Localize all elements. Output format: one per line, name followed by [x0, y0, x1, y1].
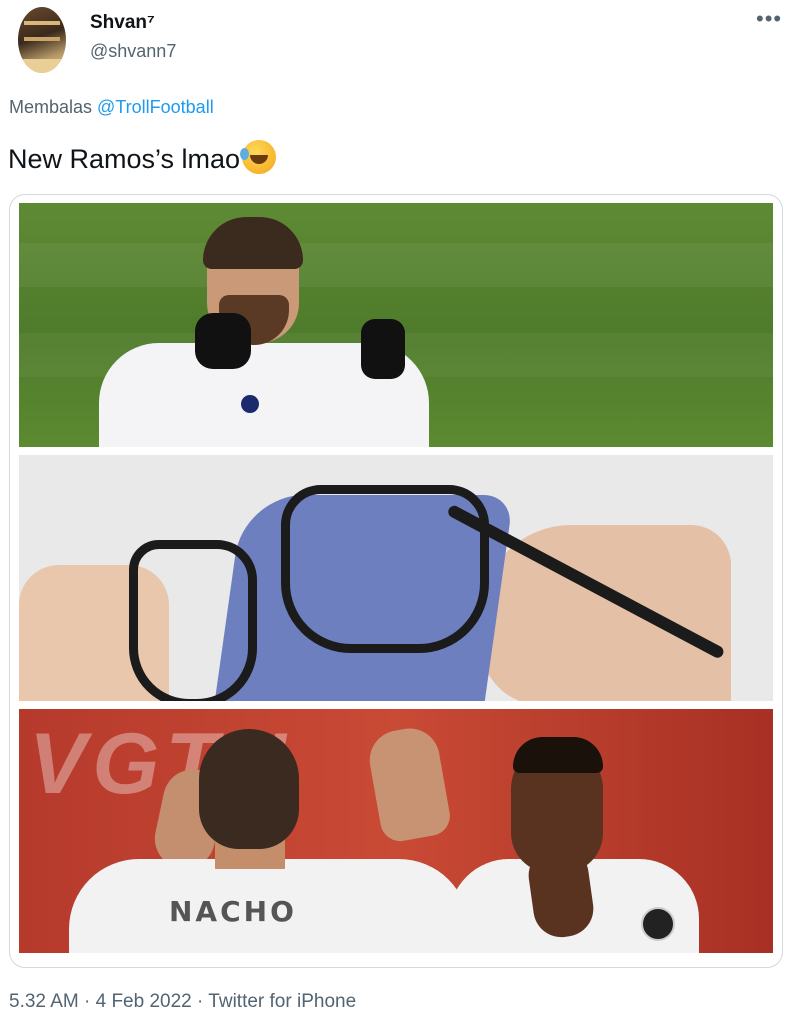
avatar-shelf: [24, 37, 60, 41]
glove-right: [361, 319, 405, 379]
reply-context: Membalas @TrollFootball: [9, 97, 214, 118]
tweet-source[interactable]: Twitter for iPhone: [208, 991, 356, 1012]
separator: ·: [84, 991, 91, 1012]
avatar-floor: [18, 59, 66, 73]
reply-prefix: Membalas: [9, 97, 93, 117]
reply-mention-link[interactable]: @TrollFootball: [97, 97, 214, 117]
player-hair: [513, 737, 603, 773]
club-crest: [241, 395, 259, 413]
tweet-footer: 5.32 AM · 4 Feb 2022 · Twitter for iPhon…: [9, 991, 356, 1013]
tweet-text: New Ramos’s lmao: [8, 140, 277, 175]
avatar[interactable]: [18, 7, 66, 73]
player-hair: [203, 217, 303, 269]
player-head: [199, 729, 299, 849]
tweet-date[interactable]: 4 Feb 2022: [96, 991, 192, 1012]
champions-badge: [641, 907, 675, 941]
tweet-time[interactable]: 5.32 AM: [9, 991, 79, 1012]
glove-left: [195, 313, 251, 369]
tweet-body: New Ramos’s lmao: [8, 144, 241, 174]
player-gesture-photo[interactable]: [19, 203, 773, 447]
rolling-on-floor-laughing-emoji-icon: [240, 140, 277, 174]
stadium-lettering: VGTH: [29, 716, 292, 812]
author-handle[interactable]: @shvann7: [90, 41, 176, 62]
tweet-media[interactable]: VGTH NACHO: [9, 194, 783, 968]
grass-stripe: [19, 243, 773, 287]
avatar-shelf: [24, 21, 60, 25]
author-display-name[interactable]: Shvan⁷: [90, 12, 155, 34]
players-high-five-photo[interactable]: VGTH NACHO: [19, 709, 773, 953]
separator: ·: [197, 991, 204, 1012]
glasses-cleaning-photo[interactable]: [19, 455, 773, 701]
more-options-icon[interactable]: •••: [756, 6, 782, 32]
glasses-lens-left: [129, 540, 257, 701]
jersey-name: NACHO: [169, 895, 297, 928]
